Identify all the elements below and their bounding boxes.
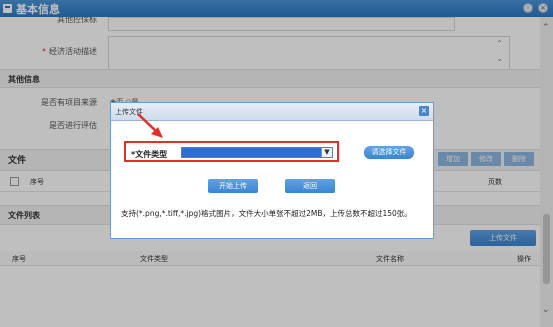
pointer-arrow-icon: [137, 113, 163, 138]
